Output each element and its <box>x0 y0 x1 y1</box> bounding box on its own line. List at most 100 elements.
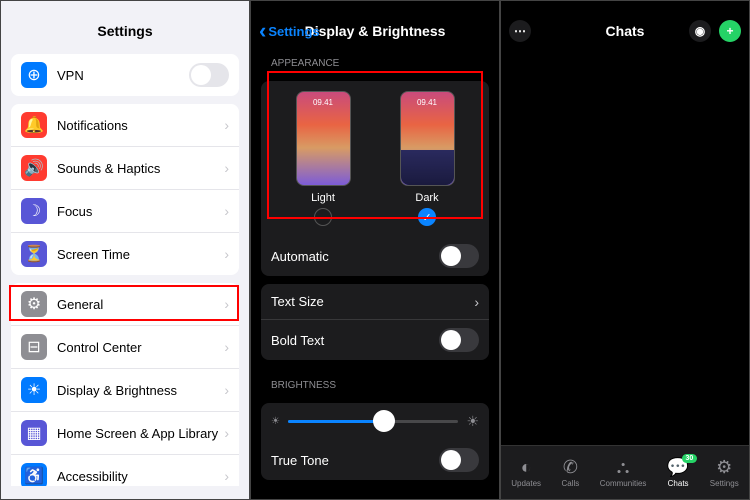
row-icon: ▦ <box>21 420 47 446</box>
tab-calls[interactable]: ✆Calls <box>562 457 580 488</box>
row-control-center[interactable]: ⊟ Control Center› <box>11 326 239 369</box>
row-label: Control Center <box>57 340 224 355</box>
slider-thumb[interactable] <box>373 410 395 432</box>
chevron-icon: › <box>224 339 229 355</box>
row-icon: ☀ <box>21 377 47 403</box>
mode-dark[interactable]: Dark <box>400 91 455 226</box>
header: Settings Display & Brightness <box>251 16 499 46</box>
group-general: ⚙General›⊟Control Center›☀Display & Brig… <box>11 283 239 486</box>
display-brightness-screen: Settings Display & Brightness APPEARANCE… <box>250 0 500 500</box>
row-vpn[interactable]: ⊕ VPN <box>11 54 239 96</box>
tab-settings[interactable]: ⚙Settings <box>710 457 739 488</box>
row-general[interactable]: ⚙ General› <box>11 283 239 326</box>
back-button[interactable]: Settings <box>259 18 320 44</box>
chevron-icon: › <box>224 468 229 484</box>
row-label: Home Screen & App Library <box>57 426 224 441</box>
group-vpn: ⊕ VPN <box>11 54 239 96</box>
appearance-group: Light Dark Automatic <box>261 81 489 276</box>
chats-badge: 30 <box>682 454 698 463</box>
row-label: Display & Brightness <box>57 383 224 398</box>
updates-icon: ◐ <box>511 457 541 478</box>
status-bar <box>501 1 749 16</box>
vpn-label: VPN <box>57 68 189 83</box>
brightness-header: BRIGHTNESS <box>251 368 499 395</box>
row-label: Notifications <box>57 118 224 133</box>
dark-radio[interactable] <box>418 208 436 226</box>
bold-toggle[interactable] <box>439 328 479 352</box>
tab-label: Settings <box>710 479 739 488</box>
chevron-icon: › <box>224 203 229 219</box>
bold-label: Bold Text <box>271 333 439 348</box>
vpn-toggle[interactable] <box>189 63 229 87</box>
row-bold[interactable]: Bold Text <box>261 320 489 360</box>
row-icon: ⏳ <box>21 241 47 267</box>
title: Display & Brightness <box>305 23 446 39</box>
chevron-icon: › <box>224 296 229 312</box>
light-label: Light <box>311 192 335 204</box>
compose-button[interactable]: + <box>719 20 741 42</box>
chevron-icon: › <box>224 425 229 441</box>
tab-updates[interactable]: ◐Updates <box>511 457 541 488</box>
textsize-label: Text Size <box>271 294 474 309</box>
brightness-slider[interactable]: ☀ ☀ <box>261 403 489 440</box>
vpn-icon: ⊕ <box>21 62 47 88</box>
status-bar <box>1 1 249 16</box>
automatic-toggle[interactable] <box>439 244 479 268</box>
light-radio[interactable] <box>314 208 332 226</box>
title: Settings <box>97 23 152 39</box>
row-automatic[interactable]: Automatic <box>261 236 489 276</box>
row-truetone[interactable]: True Tone <box>261 440 489 480</box>
settings-icon: ⚙ <box>710 457 739 478</box>
chevron-icon: › <box>224 246 229 262</box>
camera-button[interactable]: ◉ <box>689 20 711 42</box>
truetone-label: True Tone <box>271 453 439 468</box>
tab-label: Communities <box>600 479 647 488</box>
communities-icon: ⛬ <box>600 457 647 478</box>
light-preview <box>296 91 351 186</box>
row-label: Screen Time <box>57 247 224 262</box>
row-accessibility[interactable]: ♿ Accessibility› <box>11 455 239 486</box>
tab-label: Updates <box>511 479 541 488</box>
mode-light[interactable]: Light <box>296 91 351 226</box>
row-screen-time[interactable]: ⏳ Screen Time› <box>11 233 239 275</box>
row-label: General <box>57 297 224 312</box>
row-icon: ⚙ <box>21 291 47 317</box>
chevron-icon: › <box>224 160 229 176</box>
tab-bar: ◐Updates ✆Calls ⛬Communities 💬30Chats ⚙S… <box>501 445 749 499</box>
tab-label: Chats <box>668 479 689 488</box>
dark-label: Dark <box>415 192 438 204</box>
chats-icon: 💬30 <box>667 457 689 478</box>
brightness-group: ☀ ☀ True Tone <box>261 403 489 480</box>
group-notifications: 🔔Notifications›🔊Sounds & Haptics›☽Focus›… <box>11 104 239 275</box>
tab-communities[interactable]: ⛬Communities <box>600 457 647 488</box>
calls-icon: ✆ <box>562 457 580 478</box>
row-icon: ☽ <box>21 198 47 224</box>
chevron-icon: › <box>224 117 229 133</box>
header: Settings <box>1 16 249 46</box>
chevron-icon: › <box>224 382 229 398</box>
chevron-icon: › <box>474 294 479 310</box>
text-group: Text Size › Bold Text <box>261 284 489 360</box>
more-button[interactable]: ⋯ <box>509 20 531 42</box>
row-textsize[interactable]: Text Size › <box>261 284 489 320</box>
row-focus[interactable]: ☽ Focus› <box>11 190 239 233</box>
appearance-header: APPEARANCE <box>251 46 499 73</box>
row-icon: ♿ <box>21 463 47 486</box>
row-label: Accessibility <box>57 469 224 484</box>
row-sounds-haptics[interactable]: 🔊 Sounds & Haptics› <box>11 147 239 190</box>
header: ⋯ Chats ◉ + <box>501 16 749 46</box>
settings-screen: Settings ⊕ VPN 🔔Notifications› 🔊 Sounds & … <box>0 0 250 500</box>
row-notifications[interactable]: 🔔Notifications› <box>11 104 239 147</box>
row-label: Focus <box>57 204 224 219</box>
tab-label: Calls <box>562 479 580 488</box>
row-display-brightness[interactable]: ☀ Display & Brightness› <box>11 369 239 412</box>
row-icon: 🔊 <box>21 155 47 181</box>
tab-chats[interactable]: 💬30Chats <box>667 457 689 488</box>
sun-small-icon: ☀ <box>271 416 280 427</box>
row-label: Sounds & Haptics <box>57 161 224 176</box>
status-bar <box>251 1 499 16</box>
row-icon: ⊟ <box>21 334 47 360</box>
row-home-screen-app-library[interactable]: ▦ Home Screen & App Library› <box>11 412 239 455</box>
truetone-toggle[interactable] <box>439 448 479 472</box>
chats-screen: ⋯ Chats ◉ + ◐Updates ✆Calls ⛬Communities… <box>500 0 750 500</box>
